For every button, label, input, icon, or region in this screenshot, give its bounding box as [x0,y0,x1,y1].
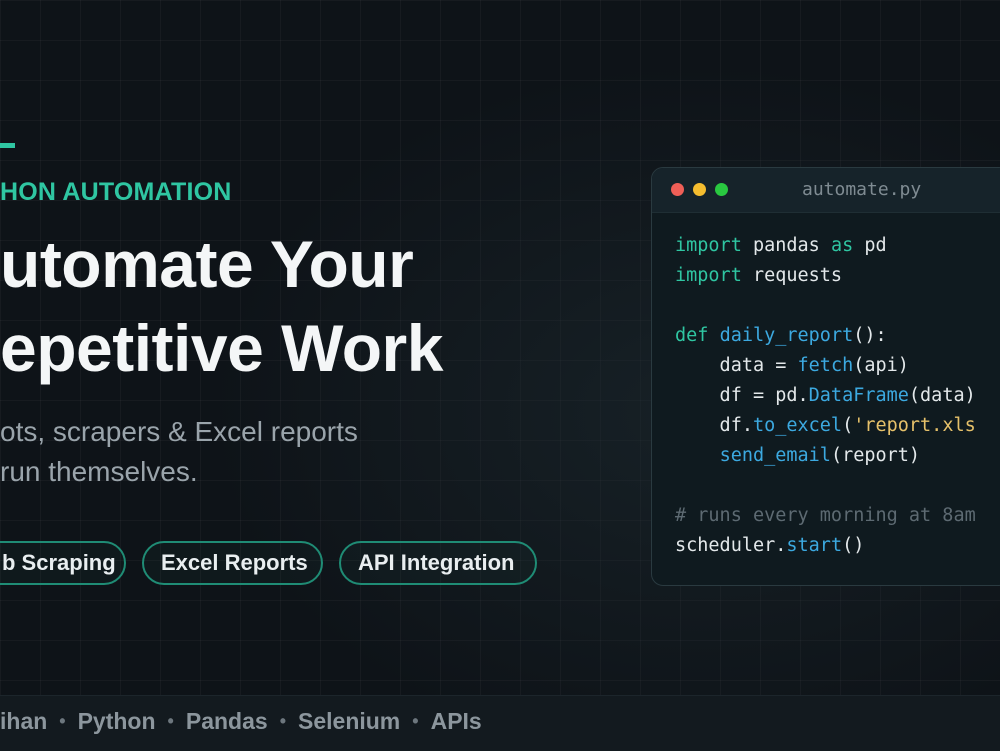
code-line: def daily_report(): [675,321,976,351]
subtitle-line-2: run themselves. [0,456,198,487]
code-line: df = pd.DataFrame(data) [675,381,976,411]
separator-dot: • [167,711,174,731]
code-window: automate.py import pandas as pd import re… [651,167,1000,586]
code-token: # runs every morning at 8am [675,505,976,526]
tag-api-integration: API Integration [339,541,537,585]
separator-dot: • [412,711,419,731]
tag-label: b Scraping [2,550,116,575]
eyebrow-label: HON AUTOMATION [0,178,232,206]
code-token: (data) [908,385,976,406]
subtitle: ots, scrapers & Excel reports run themse… [0,412,358,492]
separator-dot: • [279,711,286,731]
tag-web-scraping: b Scraping [0,541,126,585]
accent-bar [0,143,15,148]
code-token: as [830,235,854,256]
code-token: df. [675,415,753,436]
code-line: send_email(report) [675,441,976,471]
code-token: fetch [797,355,854,376]
tag-label: Excel Reports [161,550,308,575]
tech-item: ihan [0,708,48,734]
code-token: daily_report [719,325,854,346]
code-line: import pandas as pd [675,231,976,261]
code-token: import [675,265,742,286]
code-token: scheduler. [675,535,787,556]
tech-item: Python [77,708,156,734]
code-token: (report) [830,445,921,466]
headline-line-2: epetitive Work [0,311,443,385]
code-block: import pandas as pd import requests def da… [675,231,976,561]
tech-item: APIs [430,708,482,734]
tech-item: Selenium [298,708,401,734]
code-token: import [675,235,742,256]
tag-excel-reports: Excel Reports [142,541,323,585]
code-token: 'report.xls [853,415,976,436]
headline-line-1: utomate Your [0,227,414,301]
code-line: data = fetch(api) [675,351,976,381]
code-token: def [675,325,709,346]
code-token: () [842,535,865,556]
code-window-titlebar: automate.py [652,168,1000,213]
subtitle-line-1: ots, scrapers & Excel reports [0,416,358,447]
code-token: (api) [853,355,909,376]
code-token: pandas [741,235,831,256]
code-token: start [786,535,843,556]
code-filename: automate.py [802,179,922,200]
tag-list: b Scraping Excel Reports API Integration [0,541,560,589]
code-line: import requests [675,261,976,291]
minimize-dot-icon [693,183,706,196]
code-token: requests [741,265,843,286]
tech-stack-list: ihan • Python • Pandas • Selenium • APIs [0,708,482,735]
page-title: utomate Your epetitive Work [0,222,443,390]
code-line: # runs every morning at 8am [675,501,976,531]
code-token: data = [675,355,798,376]
code-token: (): [853,325,887,346]
code-line: df.to_excel('report.xls [675,411,976,441]
code-line: scheduler.start() [675,531,976,561]
code-token: to_excel [752,415,843,436]
code-token: df = pd. [675,385,809,406]
code-token: DataFrame [808,385,909,406]
code-token: pd [853,235,887,256]
maximize-dot-icon [715,183,728,196]
code-token: ( [842,415,854,436]
separator-dot: • [59,711,66,731]
tag-label: API Integration [358,550,515,575]
tech-item: Pandas [185,708,268,734]
footer-bar: ihan • Python • Pandas • Selenium • APIs [0,695,1000,751]
close-dot-icon [671,183,684,196]
code-token: send_email [719,445,831,466]
